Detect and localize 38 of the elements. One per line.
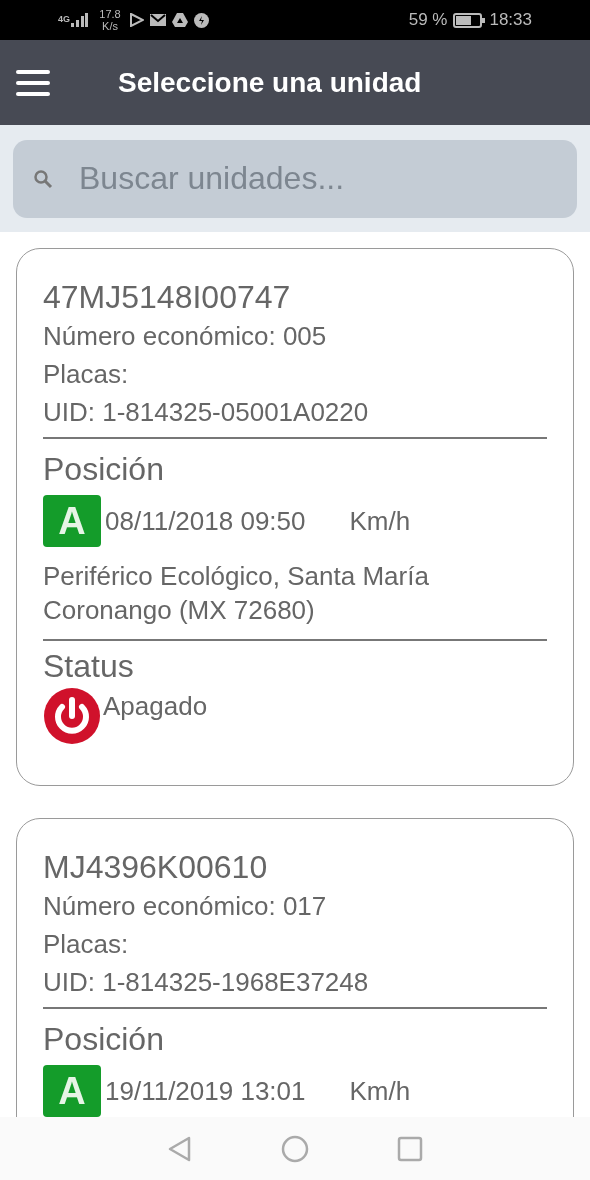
plates-label: Placas: (43, 358, 130, 391)
search-icon (33, 168, 53, 189)
search-field[interactable]: Buscar unidades... (13, 139, 577, 218)
back-icon[interactable] (167, 1135, 193, 1162)
signal-icon (70, 13, 88, 27)
battery-icon (453, 12, 486, 28)
battery-percent: 59 % (408, 9, 448, 32)
home-icon[interactable] (281, 1134, 309, 1163)
position-badge: A (43, 495, 101, 547)
speed-unit: Km/h (349, 1074, 411, 1108)
clock: 18:33 (489, 9, 532, 32)
play-store-icon (130, 13, 144, 27)
unit-card[interactable]: MJ4396K00610 Número económico: 017 Placas: UID: 1-814325-1968E37248 Posición A 19/11/2019 13:01 Km/h (16, 818, 574, 1117)
position-datetime: 19/11/2019 13:01 (105, 1074, 306, 1108)
power-icon (43, 687, 101, 745)
position-heading: Posición (43, 450, 165, 489)
speed-unit: Km/h (349, 504, 411, 538)
economic-number: Número económico: 005 (43, 320, 328, 353)
position-badge: A (43, 1065, 101, 1117)
header-title: Seleccione una unidad (118, 65, 422, 100)
drive-icon (172, 13, 188, 27)
mail-icon (150, 14, 166, 26)
economic-number: Número económico: 017 (43, 890, 328, 923)
plates-label: Placas: (43, 928, 130, 961)
network-type: 4G (58, 13, 70, 27)
status-text: Apagado (103, 690, 208, 723)
recents-icon[interactable] (397, 1135, 423, 1162)
position-datetime: 08/11/2018 09:50 (105, 504, 306, 538)
uid-text: UID: 1-814325-05001A0220 (43, 396, 370, 429)
menu-icon[interactable] (16, 69, 50, 96)
unit-id: MJ4396K00610 (43, 848, 269, 887)
position-heading: Posición (43, 1020, 165, 1059)
unit-card[interactable]: 47MJ5148I00747 Número económico: 005 Placas: UID: 1-814325-05001A0220 Posición A 08/11/2018 09:50 Km/h Periférico Ecológico, Santa María Coronango (MX 72680) Status Apagado (16, 248, 574, 786)
address-text: Periférico Ecológico, Santa María Coronango (MX 72680) (43, 560, 430, 627)
status-heading: Status (43, 647, 135, 686)
network-speed: 17.8 K/s (98, 8, 122, 32)
uid-text: UID: 1-814325-1968E37248 (43, 966, 370, 999)
unit-id: 47MJ5148I00747 (43, 278, 292, 317)
